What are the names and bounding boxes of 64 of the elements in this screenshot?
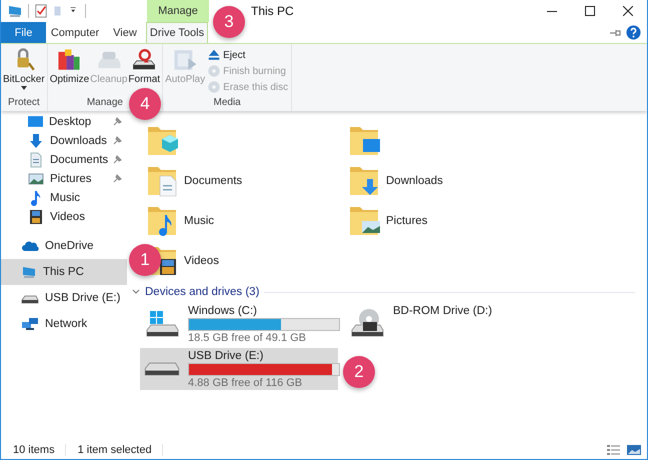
selection-count: 1 item selected (66, 444, 163, 456)
monitor-icon (21, 264, 37, 280)
number-badge: 3 (213, 6, 245, 38)
number-badge: 2 (343, 356, 375, 388)
ribbon-button[interactable]: BitLocker (3, 46, 45, 91)
large-icons-view-button[interactable] (627, 444, 641, 456)
pin-icon (113, 155, 122, 164)
disc-icon (207, 64, 222, 78)
computer-icon (7, 3, 23, 19)
sidebar-item[interactable]: Desktop (1, 112, 127, 131)
maximize-icon (585, 6, 595, 16)
ribbon-tab[interactable]: File (1, 22, 46, 43)
sidebar-item[interactable]: Documents (1, 150, 127, 169)
drive-tile[interactable]: Windows (C:) 18.5 GB free of 49.1 GB (140, 303, 338, 345)
sidebar-item[interactable]: This PC (1, 259, 127, 285)
picture-icon (28, 170, 44, 186)
window-title: This PC (251, 4, 294, 18)
pin-ribbon-icon (610, 28, 622, 38)
number-badge: 1 (129, 244, 161, 276)
ribbon-button[interactable]: Eject (206, 48, 290, 62)
folder-label[interactable]: Music (184, 203, 214, 227)
download-arrow-icon (28, 132, 44, 148)
sidebar-item[interactable]: Downloads (1, 131, 127, 150)
sidebar-item[interactable]: OneDrive (1, 233, 127, 259)
sidebar-item[interactable]: Pictures (1, 169, 127, 188)
ribbon-button[interactable]: Format (128, 46, 160, 86)
pin-icon (113, 117, 122, 126)
disc-icon (207, 80, 222, 94)
details-view-button[interactable] (607, 444, 621, 456)
pin-icon (113, 136, 122, 145)
ribbon-tab[interactable]: Drive Tools (146, 22, 208, 43)
ribbon-tab[interactable]: View (104, 22, 146, 43)
folder-label[interactable]: Documents (184, 163, 242, 187)
help-icon (626, 25, 641, 40)
large-icons-view-icon (627, 444, 641, 456)
sidebar-item[interactable]: Videos (1, 207, 127, 226)
section-header[interactable]: Devices and drives (3) (145, 286, 260, 298)
folder-label[interactable]: Videos (184, 243, 219, 267)
desktop-icon (28, 116, 43, 127)
sidebar-item[interactable]: Music (1, 188, 127, 207)
group-label: Protect (8, 97, 40, 110)
checklist-icon (34, 4, 48, 18)
eject-icon (207, 48, 222, 62)
drive-tile[interactable]: BD-ROM Drive (D:) (345, 303, 545, 345)
ribbon-button[interactable]: Optimize (50, 46, 90, 86)
film-icon (28, 208, 44, 224)
sidebar-item[interactable]: Network (1, 311, 127, 337)
sidebar-item[interactable]: USB Drive (E:) (1, 285, 127, 311)
context-tab-label: Manage (147, 0, 209, 22)
document-icon (28, 152, 44, 168)
optimize-blocks-icon (56, 47, 82, 73)
group-label: Media (213, 97, 241, 110)
ribbon-tab[interactable]: Computer (46, 22, 104, 43)
usb-drive-icon (144, 362, 180, 376)
network-icon (21, 316, 39, 332)
pin-icon (113, 174, 122, 183)
item-count: 10 items (1, 444, 66, 456)
folder-label[interactable]: Downloads (386, 163, 443, 187)
group-label: Manage (86, 97, 123, 110)
dropdown-caret-icon (20, 86, 27, 90)
details-view-icon (607, 444, 621, 456)
close-icon (623, 6, 633, 16)
folder-label[interactable]: Pictures (386, 203, 428, 227)
drive-tile[interactable]: USB Drive (E:) 4.88 GB free of 116 GB (140, 348, 338, 390)
